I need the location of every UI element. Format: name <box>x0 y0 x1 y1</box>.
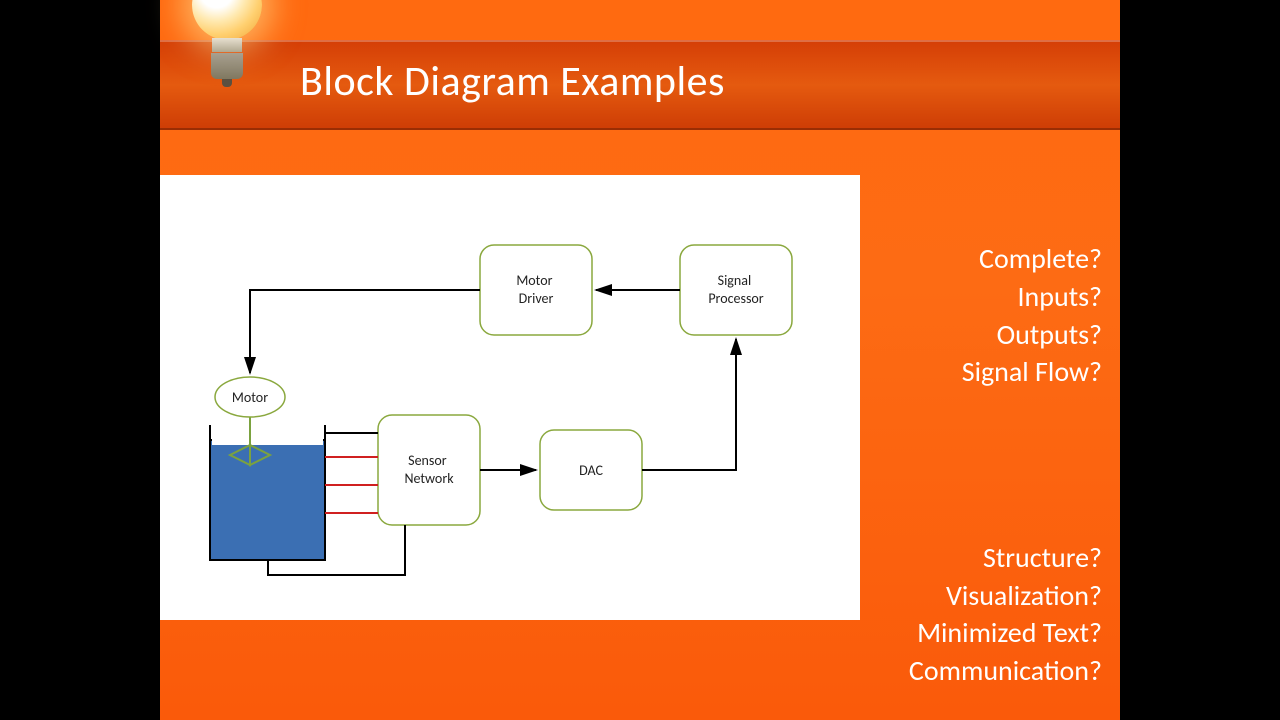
svg-text:Sensor Network: Sensor Network <box>404 452 454 487</box>
arrow-motordriver-to-motor <box>250 290 480 373</box>
slide: Block Diagram Examples <box>160 0 1120 720</box>
arrow-dac-to-signalprocessor <box>642 339 736 470</box>
sensor-network-block: Sensor Network <box>378 415 480 525</box>
question-item: Structure? <box>909 539 1102 577</box>
motor-block: Motor <box>215 377 285 417</box>
dac-label: DAC <box>579 462 603 479</box>
dac-block: DAC <box>540 430 642 510</box>
block-diagram: Motor Sensor Network DAC Motor D <box>160 175 860 620</box>
motor-label: Motor <box>232 389 268 406</box>
tank <box>210 410 325 560</box>
motor-driver-block: Motor Driver <box>480 245 592 335</box>
question-item: Signal Flow? <box>962 353 1102 391</box>
questions-top: Complete? Inputs? Outputs? Signal Flow? <box>962 240 1102 391</box>
questions-bottom: Structure? Visualization? Minimized Text… <box>909 539 1102 690</box>
question-item: Minimized Text? <box>909 614 1102 652</box>
question-item: Inputs? <box>962 278 1102 316</box>
slide-title: Block Diagram Examples <box>300 56 725 107</box>
block-diagram-svg: Motor Sensor Network DAC Motor D <box>160 175 860 620</box>
question-item: Complete? <box>962 240 1102 278</box>
signal-processor-block: Signal Processor <box>680 245 792 335</box>
question-item: Communication? <box>909 652 1102 690</box>
sensor-wires <box>325 457 378 513</box>
question-item: Outputs? <box>962 316 1102 354</box>
svg-text:Motor Driver: Motor Driver <box>516 272 555 307</box>
lightbulb-icon <box>182 0 272 110</box>
title-bar: Block Diagram Examples <box>160 40 1120 130</box>
question-item: Visualization? <box>909 577 1102 615</box>
